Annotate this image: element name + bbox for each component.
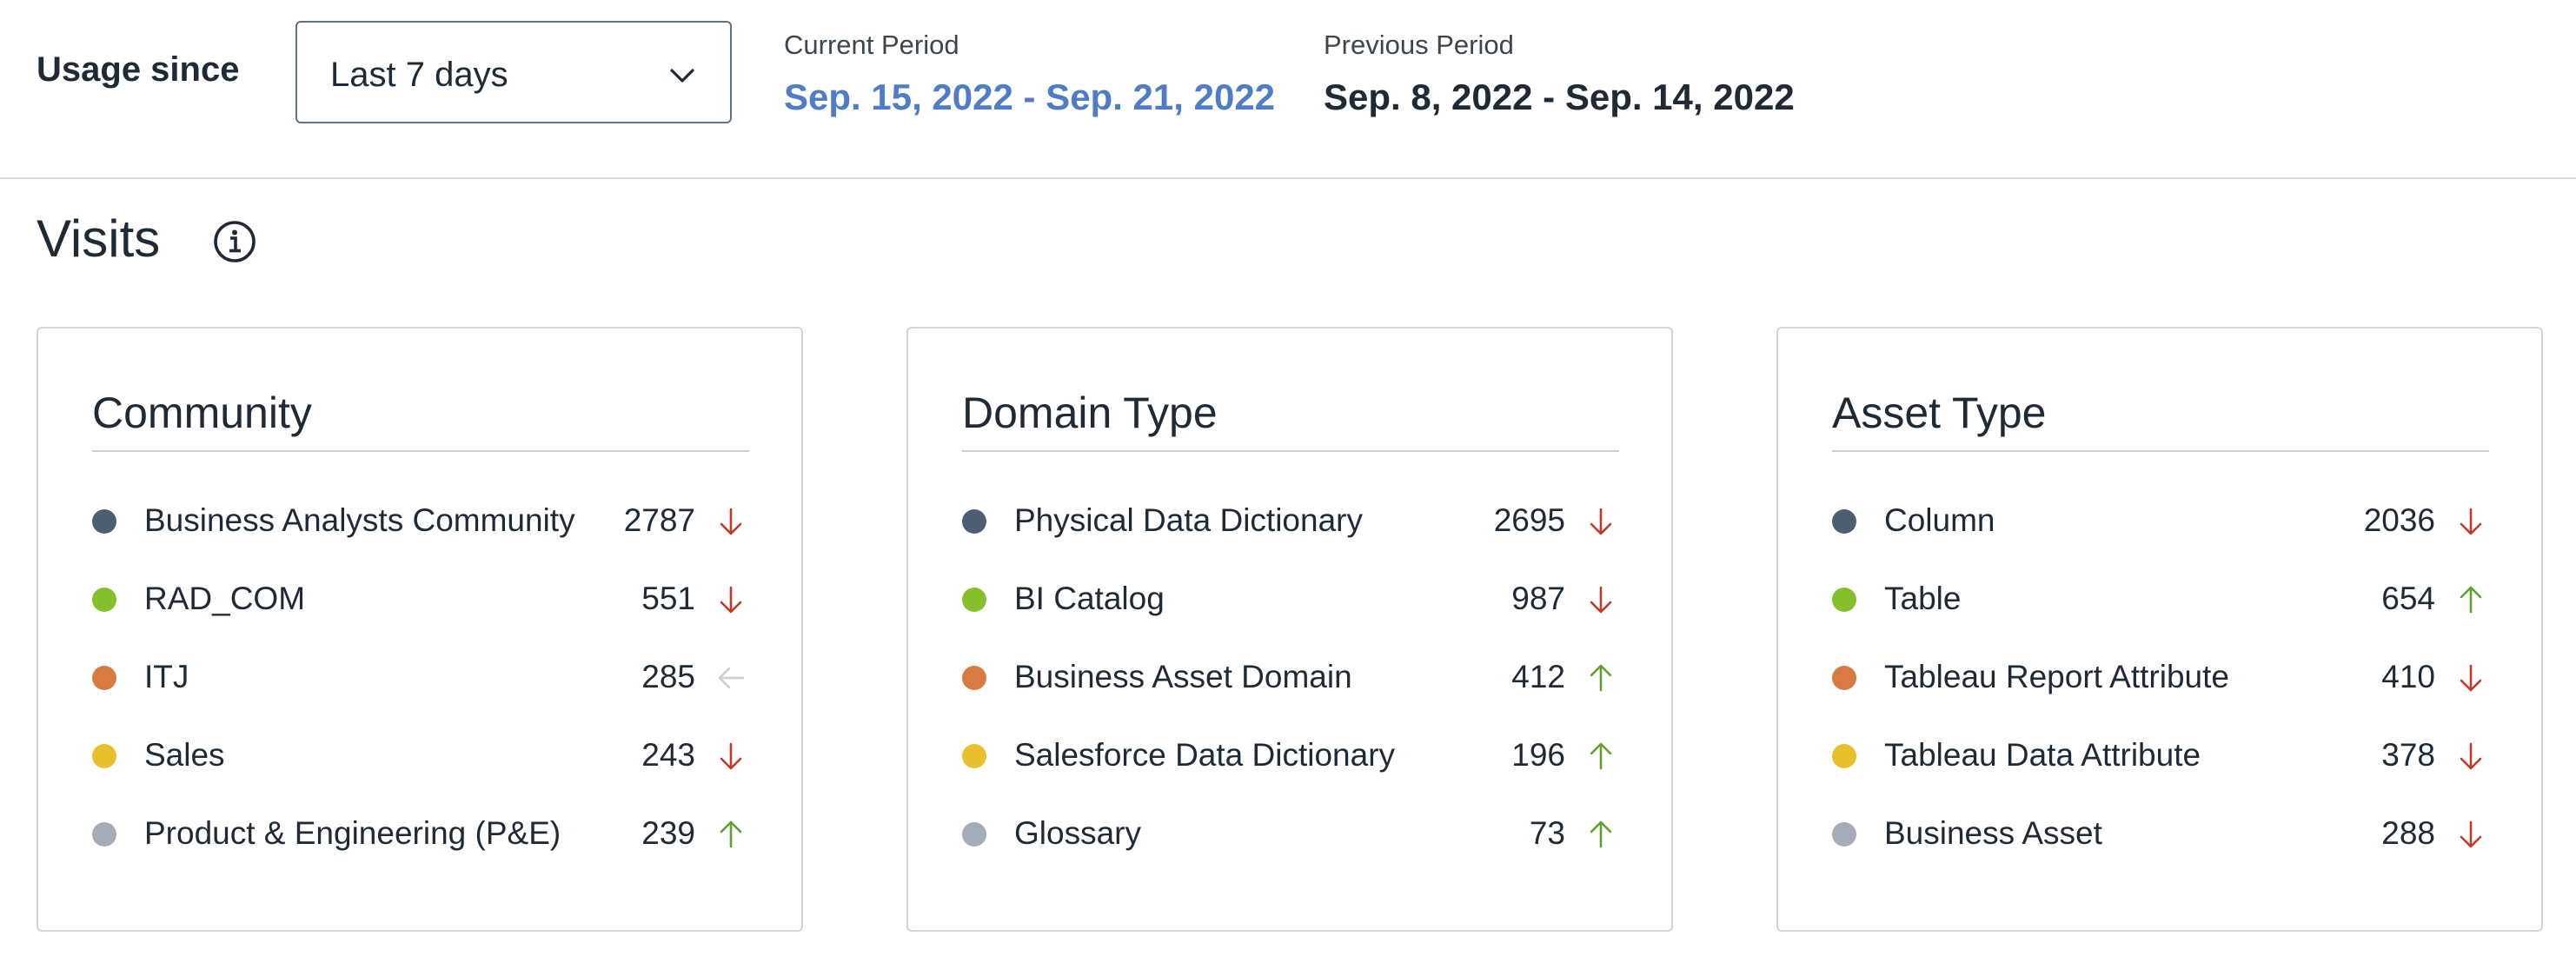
arrow-up-icon xyxy=(1590,820,1612,848)
community-card: Community Business Analysts Community 2787… xyxy=(37,327,803,932)
domain-type-card: Domain Type Physical Data Dictionary 2695 B… xyxy=(906,327,1673,932)
arrow-down-icon xyxy=(720,586,742,614)
arrow-down-icon xyxy=(1590,586,1612,614)
list-item-label: Sales xyxy=(144,737,225,773)
chevron-down-icon xyxy=(670,69,694,83)
list-item: Product & Engineering (P&E) 239 xyxy=(92,808,749,860)
arrow-up-icon xyxy=(2460,586,2482,614)
list-item-count: 285 xyxy=(641,659,695,694)
list-item-label: Column xyxy=(1884,502,1995,538)
arrow-down-icon xyxy=(720,742,742,770)
list-item-count: 987 xyxy=(1511,581,1565,616)
legend-dot xyxy=(962,744,986,768)
list-item-count: 378 xyxy=(2381,737,2435,773)
arrow-down-icon xyxy=(2460,508,2482,535)
arrow-left-icon xyxy=(718,667,745,689)
usage-header: Usage since Last 7 days Current Period S… xyxy=(0,0,2576,179)
legend-dot xyxy=(92,509,116,534)
list-item: BI Catalog 987 xyxy=(962,574,1619,626)
legend-dot xyxy=(1832,744,1856,768)
list-item: Physical Data Dictionary 2695 xyxy=(962,495,1619,548)
legend-dot xyxy=(1832,666,1856,690)
list-item: Business Analysts Community 2787 xyxy=(92,495,749,548)
previous-period: Previous Period Sep. 8, 2022 - Sep. 14, … xyxy=(1324,30,1795,118)
current-period-label: Current Period xyxy=(784,30,959,60)
legend-dot xyxy=(92,822,116,847)
current-period-value: Sep. 15, 2022 - Sep. 21, 2022 xyxy=(784,76,1276,117)
arrow-up-icon xyxy=(720,820,742,848)
list-item-label: Glossary xyxy=(1014,815,1141,851)
card-title: Asset Type xyxy=(1832,389,2047,437)
legend-dot xyxy=(962,588,986,612)
list-item-label: Tableau Report Attribute xyxy=(1884,659,2229,694)
legend-dot xyxy=(1832,822,1856,847)
list-item-count: 654 xyxy=(2381,581,2435,616)
list-item-count: 288 xyxy=(2381,815,2435,851)
list-item-label: ITJ xyxy=(144,659,189,694)
list-item-label: Business Analysts Community xyxy=(144,502,575,538)
list-item-count: 73 xyxy=(1529,815,1565,851)
arrow-up-icon xyxy=(1590,742,1612,770)
list-item-label: Product & Engineering (P&E) xyxy=(144,815,561,851)
list-item-count: 2787 xyxy=(623,502,695,538)
list-item-count: 2036 xyxy=(2363,502,2435,538)
list-item-label: RAD_COM xyxy=(144,581,306,616)
list-item: Sales 243 xyxy=(92,730,749,782)
arrow-down-icon xyxy=(2460,664,2482,692)
list-item-label: Salesforce Data Dictionary xyxy=(1014,737,1396,773)
list-item: Tableau Data Attribute 378 xyxy=(1832,730,2489,782)
list-item-count: 243 xyxy=(641,737,695,773)
legend-dot xyxy=(92,666,116,690)
usage-since-label: Usage since xyxy=(37,50,240,89)
list-item-label: Tableau Data Attribute xyxy=(1884,737,2201,773)
period-select[interactable]: Last 7 days xyxy=(295,21,732,123)
list-item-label: Physical Data Dictionary xyxy=(1014,502,1363,538)
list-item: Tableau Report Attribute 410 xyxy=(1832,652,2489,704)
card-divider xyxy=(1832,450,2489,452)
card-title: Domain Type xyxy=(962,389,1218,437)
list-item-count: 410 xyxy=(2381,659,2435,694)
list-item: ITJ 285 xyxy=(92,652,749,704)
legend-dot xyxy=(962,822,986,847)
card-divider xyxy=(962,450,1619,452)
arrow-down-icon xyxy=(2460,742,2482,770)
info-icon[interactable] xyxy=(212,219,257,264)
list-item-count: 412 xyxy=(1511,659,1565,694)
legend-dot xyxy=(1832,588,1856,612)
list-item-label: Business Asset xyxy=(1884,815,2102,851)
arrow-down-icon xyxy=(720,508,742,535)
list-item-label: BI Catalog xyxy=(1014,581,1165,616)
legend-dot xyxy=(92,744,116,768)
arrow-down-icon xyxy=(1590,508,1612,535)
list-item: Column 2036 xyxy=(1832,495,2489,548)
list-item: Business Asset Domain 412 xyxy=(962,652,1619,704)
list-item: Table 654 xyxy=(1832,574,2489,626)
card-title: Community xyxy=(92,389,312,437)
section-title: Visits xyxy=(37,209,161,268)
list-item-count: 196 xyxy=(1511,737,1565,773)
list-item: Glossary 73 xyxy=(962,808,1619,860)
list-item-count: 239 xyxy=(641,815,695,851)
list-item: RAD_COM 551 xyxy=(92,574,749,626)
current-period: Current Period Sep. 15, 2022 - Sep. 21, … xyxy=(784,30,1275,118)
legend-dot xyxy=(962,666,986,690)
list-item-label: Table xyxy=(1884,581,1962,616)
list-item: Business Asset 288 xyxy=(1832,808,2489,860)
list-item-label: Business Asset Domain xyxy=(1014,659,1352,694)
previous-period-label: Previous Period xyxy=(1324,30,1514,60)
legend-dot xyxy=(1832,509,1856,534)
asset-type-card: Asset Type Column 2036 Table 654 Tableau Repo… xyxy=(1776,327,2543,932)
previous-period-value: Sep. 8, 2022 - Sep. 14, 2022 xyxy=(1324,76,1795,117)
legend-dot xyxy=(962,509,986,534)
arrow-up-icon xyxy=(1590,664,1612,692)
list-item: Salesforce Data Dictionary 196 xyxy=(962,730,1619,782)
period-select-value: Last 7 days xyxy=(330,56,508,94)
list-item-count: 551 xyxy=(641,581,695,616)
list-item-count: 2695 xyxy=(1493,502,1565,538)
card-divider xyxy=(92,450,749,452)
legend-dot xyxy=(92,588,116,612)
arrow-down-icon xyxy=(2460,820,2482,848)
